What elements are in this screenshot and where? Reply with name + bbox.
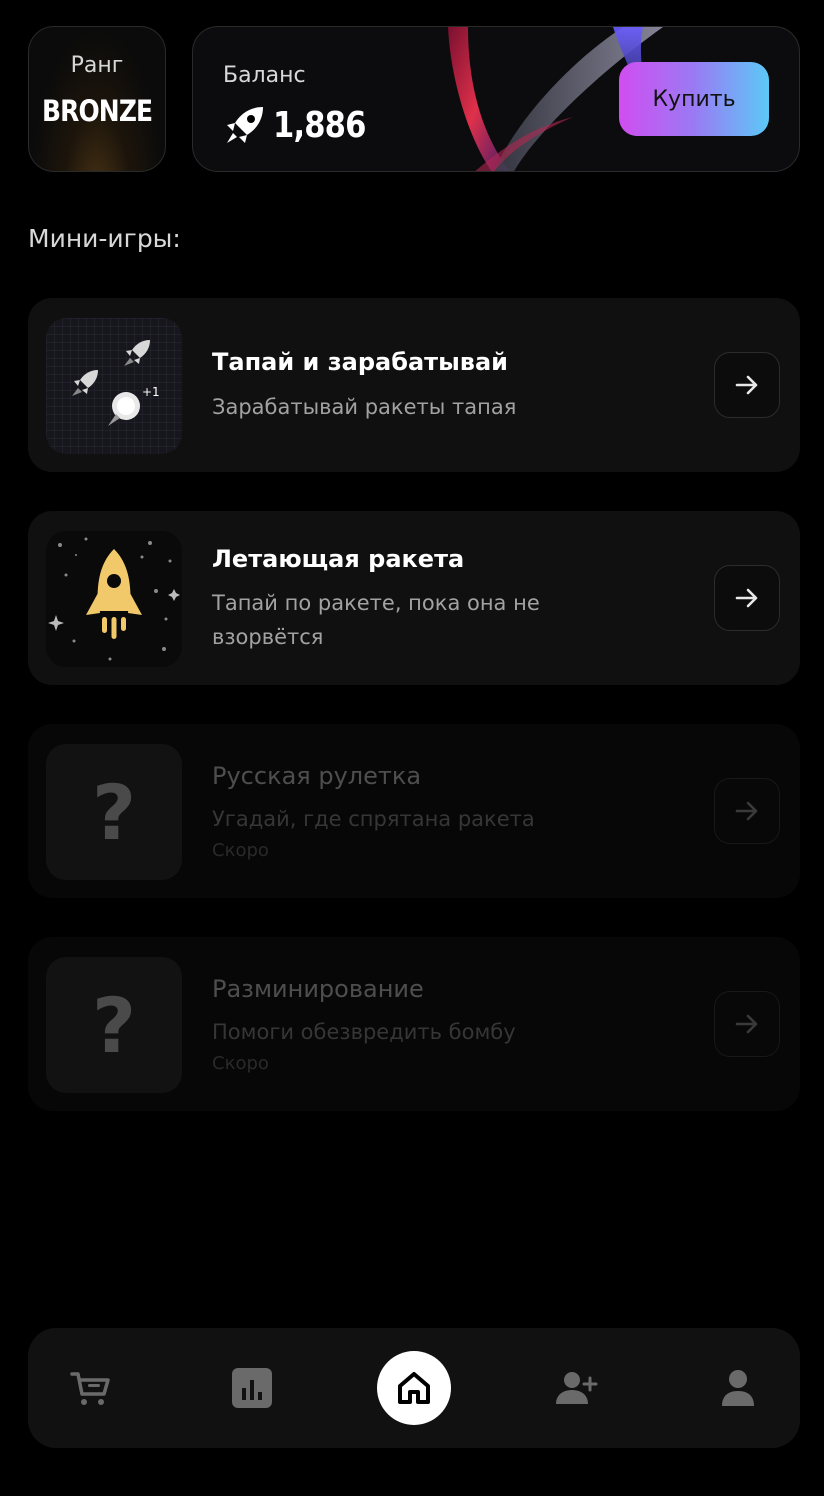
nav-shop[interactable]	[40, 1328, 140, 1448]
game-description: Угадай, где спрятана ракета	[212, 807, 535, 831]
bottom-navigation	[28, 1328, 800, 1448]
section-title: Мини-игры:	[28, 224, 181, 253]
rockets-image: +1	[46, 318, 182, 454]
rank-value: BRONZE	[41, 94, 153, 128]
buy-button[interactable]: Купить	[619, 62, 769, 136]
balance-label: Баланс	[223, 63, 306, 88]
open-game-button	[714, 991, 780, 1057]
coming-soon-label: Скоро	[212, 1053, 269, 1074]
question-mark-icon: ?	[46, 957, 182, 1093]
game-card-demining: ? Разминирование Помоги обезвредить бомб…	[28, 937, 800, 1111]
game-thumbnail: +1	[46, 318, 182, 454]
chart-icon	[232, 1368, 272, 1408]
coming-soon-label: Скоро	[212, 840, 269, 861]
balance-row: 1,886	[223, 103, 382, 147]
user-icon	[722, 1370, 754, 1406]
home-button[interactable]	[377, 1351, 451, 1425]
game-title: Тапай и зарабатывай	[212, 348, 508, 376]
game-thumbnail: ?	[46, 957, 182, 1093]
plus-one-badge: +1	[142, 385, 160, 399]
nav-stats[interactable]	[202, 1328, 302, 1448]
game-thumbnail: ?	[46, 744, 182, 880]
rank-label: Ранг	[70, 53, 124, 78]
nav-invite[interactable]	[526, 1328, 626, 1448]
arrow-right-icon	[735, 1014, 758, 1034]
game-title: Разминирование	[212, 975, 424, 1003]
game-title: Летающая ракета	[212, 545, 465, 573]
arrow-right-icon	[735, 375, 758, 395]
cart-icon	[70, 1372, 110, 1405]
add-user-icon	[556, 1372, 598, 1404]
rank-card: Ранг BRONZE	[28, 26, 166, 172]
arrow-right-icon	[735, 801, 758, 821]
question-mark-icon: ?	[46, 744, 182, 880]
game-description: Тапай по ракете, пока она не взорвётся	[212, 591, 540, 649]
nav-profile[interactable]	[688, 1328, 788, 1448]
rocket-icon	[227, 107, 263, 143]
balance-card: Баланс 1,886 Купить	[192, 26, 800, 172]
game-card-tap-earn[interactable]: +1 Тапай и зарабатывай Зарабатывай ракет…	[28, 298, 800, 472]
game-card-flying-rocket[interactable]: Летающая ракета Тапай по ракете, пока он…	[28, 511, 800, 685]
home-icon	[398, 1372, 430, 1404]
game-description: Помоги обезвредить бомбу	[212, 1020, 516, 1044]
arrow-right-icon	[735, 588, 758, 608]
game-card-russian-roulette: ? Русская рулетка Угадай, где спрятана р…	[28, 724, 800, 898]
game-title: Русская рулетка	[212, 762, 422, 790]
balance-value: 1,886	[273, 104, 366, 146]
game-thumbnail	[46, 531, 182, 667]
open-game-button[interactable]	[714, 352, 780, 418]
open-game-button[interactable]	[714, 565, 780, 631]
nav-home[interactable]	[364, 1328, 464, 1448]
gold-rocket-image	[46, 531, 182, 667]
open-game-button	[714, 778, 780, 844]
game-description: Зарабатывай ракеты тапая	[212, 395, 517, 419]
